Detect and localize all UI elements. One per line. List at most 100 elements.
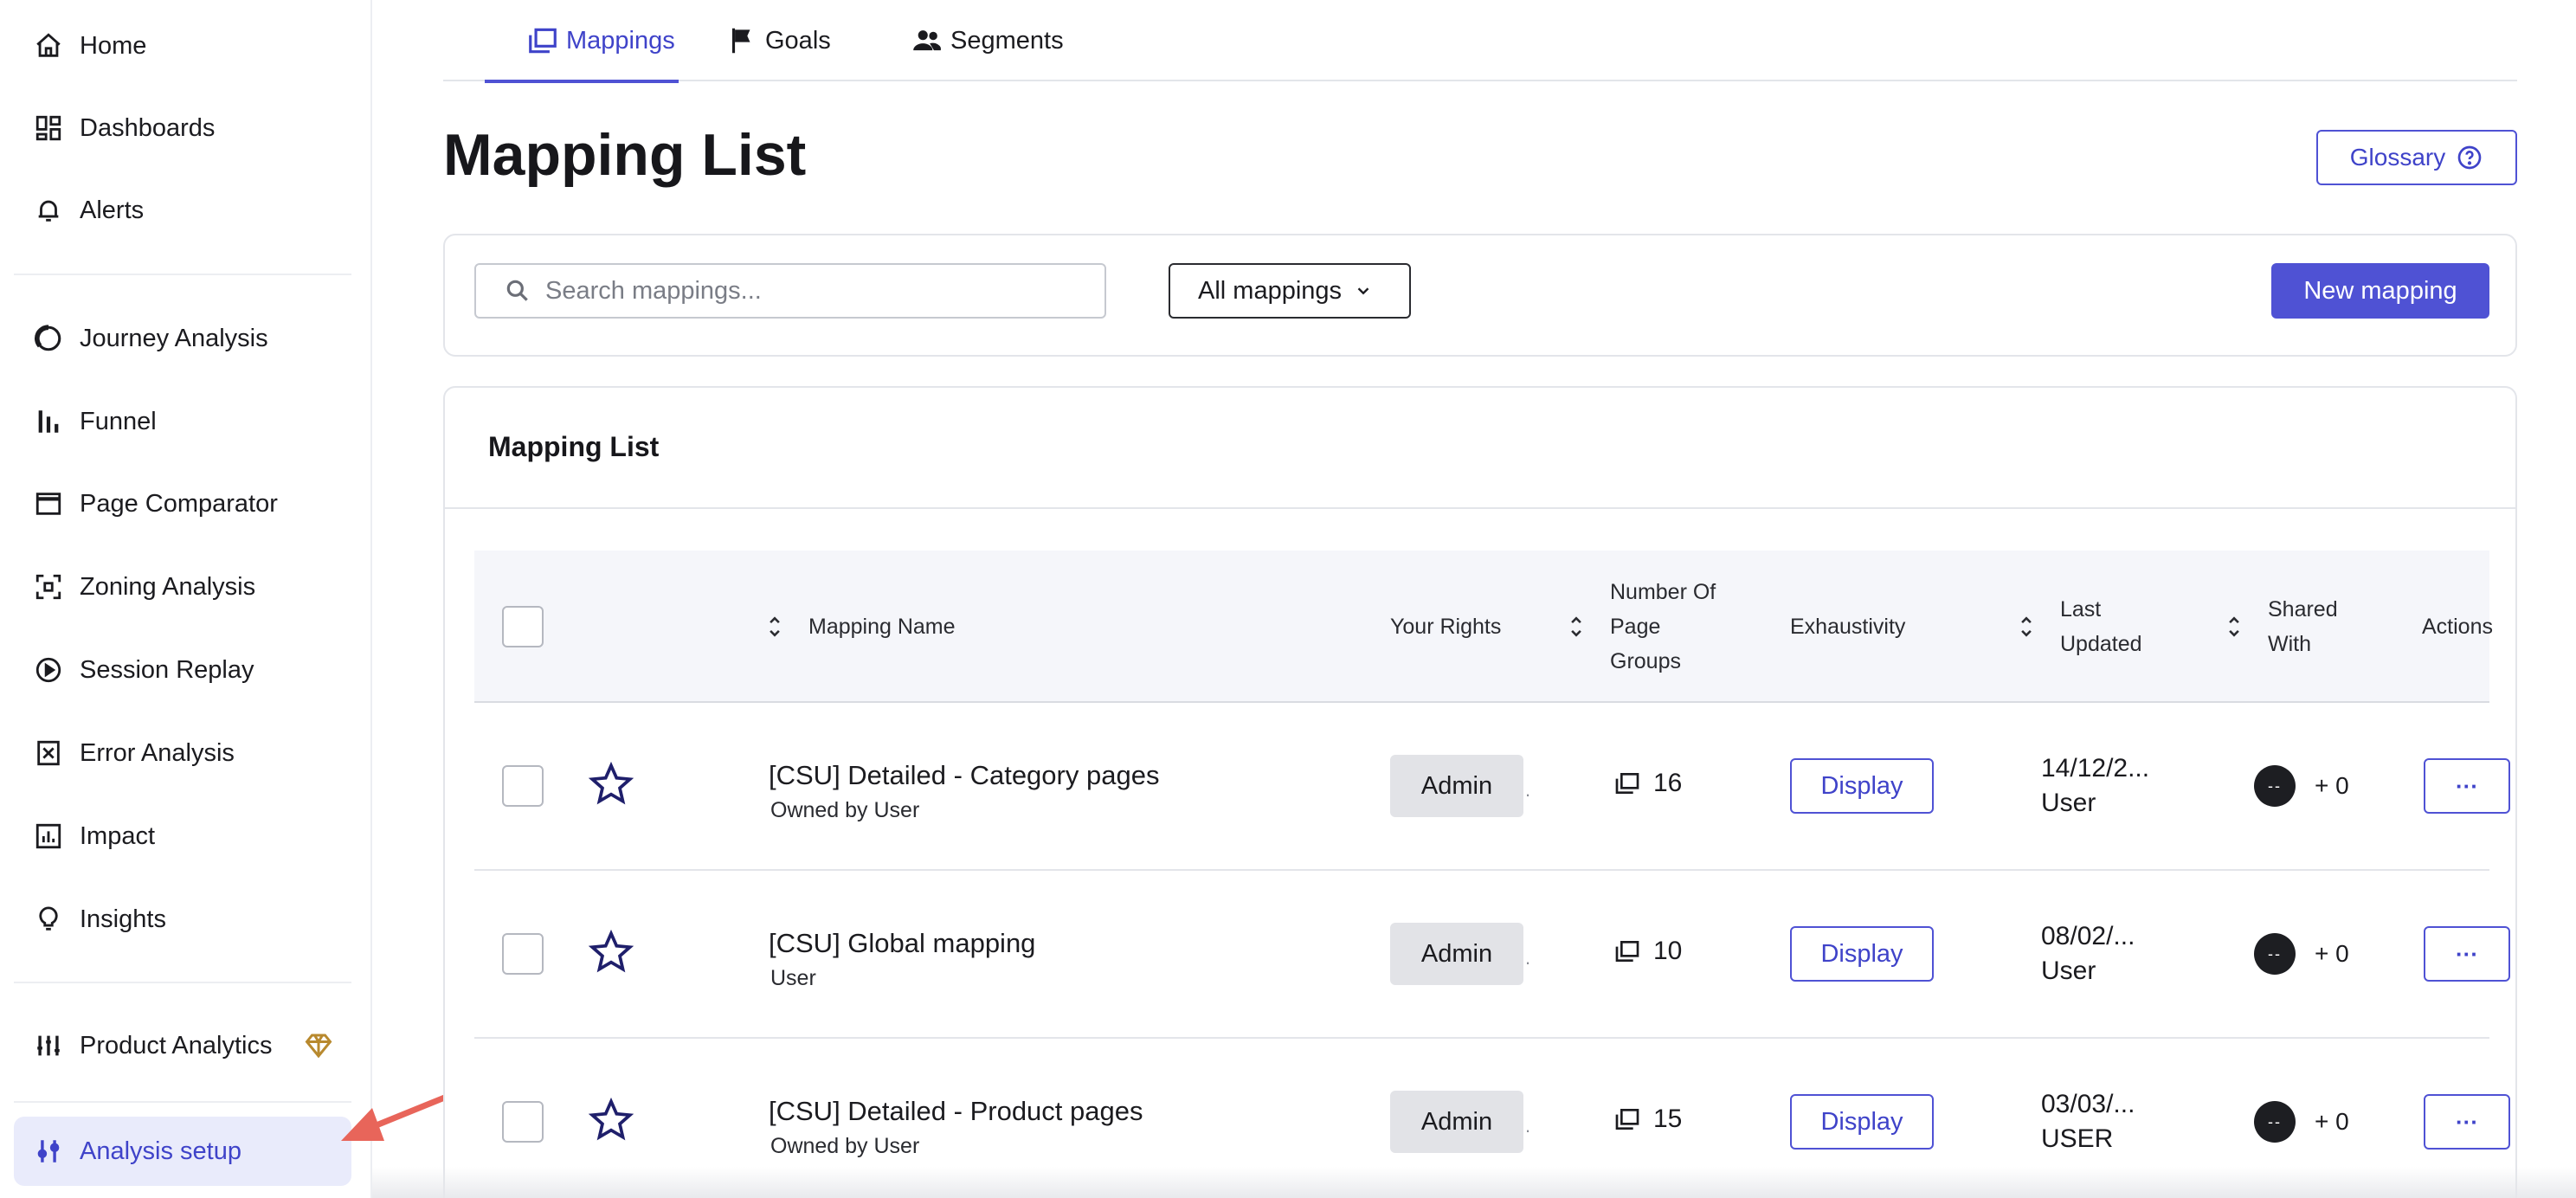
sidebar-item-label: Page Comparator [80, 489, 278, 518]
column-mapping-name[interactable]: Mapping Name [808, 609, 956, 644]
mapping-name[interactable]: [CSU] Detailed - Category pages [769, 760, 1159, 791]
page-groups-count: 15 [1613, 1105, 1682, 1134]
window-icon [33, 488, 64, 519]
mapping-name[interactable]: [CSU] Detailed - Product pages [769, 1096, 1143, 1127]
mappings-icon [529, 28, 557, 54]
chevron-down-icon [1357, 287, 1369, 295]
rights-badge: Admin [1390, 1091, 1523, 1153]
filter-bar: All mappings New mapping [443, 234, 2517, 357]
sort-icon[interactable] [2019, 615, 2034, 638]
star-icon[interactable] [587, 1096, 635, 1144]
sidebar-item-session-replay[interactable]: Session Replay [14, 635, 351, 705]
truncation-dot: . [1525, 779, 1531, 801]
star-icon[interactable] [587, 928, 635, 976]
sidebar-item-label: Impact [80, 821, 156, 850]
sidebar: Home Dashboards Alerts Journey Analysis … [0, 0, 372, 1198]
sidebar-item-home[interactable]: Home [14, 11, 351, 81]
last-updated-by: USER [2041, 1124, 2114, 1153]
last-updated: 14/12/2... User [2041, 751, 2149, 821]
sliders-icon [33, 1136, 64, 1167]
tab-goals[interactable]: Goals [725, 0, 831, 81]
page-groups-icon [1615, 773, 1639, 794]
last-updated: 03/03/... USER [2041, 1087, 2135, 1156]
sidebar-item-label: Insights [80, 905, 166, 933]
page-title: Mapping List [443, 122, 807, 188]
sidebar-item-analysis-setup[interactable]: Analysis setup [14, 1117, 351, 1186]
sidebar-item-dashboards[interactable]: Dashboards [14, 93, 351, 163]
search-icon [506, 280, 528, 301]
people-icon [913, 30, 941, 51]
column-page-groups-line: Number Of [1610, 580, 1716, 604]
rights-badge: Admin [1390, 923, 1523, 985]
page-groups-value: 15 [1653, 1105, 1683, 1133]
row-checkbox[interactable] [502, 933, 544, 975]
column-page-groups-line: Groups [1610, 649, 1681, 673]
search-input[interactable] [545, 276, 1065, 306]
glossary-button[interactable]: Glossary [2316, 130, 2517, 185]
column-shared-with[interactable]: Shared With [2268, 592, 2338, 661]
sidebar-item-product-analytics[interactable]: Product Analytics [14, 1011, 351, 1080]
mapping-name[interactable]: [CSU] Global mapping [769, 928, 1035, 959]
tab-label: Segments [950, 26, 1064, 55]
sort-icon[interactable] [1568, 615, 1584, 638]
sidebar-item-label: Analysis setup [80, 1137, 242, 1165]
sidebar-item-error-analysis[interactable]: Error Analysis [14, 718, 351, 788]
mapping-owner: Owned by User [770, 798, 920, 822]
journey-icon [33, 323, 64, 354]
mappings-filter-select[interactable]: All mappings [1169, 263, 1411, 319]
sidebar-item-page-comparator[interactable]: Page Comparator [14, 469, 351, 538]
tab-mappings[interactable]: Mappings [485, 0, 679, 83]
display-exhaustivity-button[interactable]: Display [1790, 758, 1934, 814]
row-actions-button[interactable]: ··· [2424, 1094, 2510, 1150]
column-last-updated-line: Last [2060, 597, 2102, 622]
sidebar-item-impact[interactable]: Impact [14, 802, 351, 871]
sidebar-item-label: Journey Analysis [80, 324, 268, 352]
row-checkbox[interactable] [502, 1101, 544, 1143]
avatar: -- [2254, 933, 2296, 975]
table-title: Mapping List [488, 431, 660, 462]
lightbulb-icon [33, 904, 64, 935]
column-last-updated-line: Updated [2060, 632, 2142, 656]
select-all-checkbox[interactable] [502, 606, 544, 647]
impact-icon [33, 821, 64, 852]
sidebar-divider [14, 274, 351, 275]
sidebar-item-label: Error Analysis [80, 738, 235, 767]
row-actions-button[interactable]: ··· [2424, 926, 2510, 982]
search-field[interactable] [474, 263, 1106, 319]
sidebar-item-label: Home [80, 31, 147, 60]
display-exhaustivity-button[interactable]: Display [1790, 926, 1934, 982]
sidebar-item-insights[interactable]: Insights [14, 885, 351, 954]
star-icon[interactable] [587, 760, 635, 808]
last-updated-date: 14/12/2... [2041, 754, 2150, 783]
sidebar-item-zoning-analysis[interactable]: Zoning Analysis [14, 552, 351, 622]
sidebar-item-alerts[interactable]: Alerts [14, 176, 351, 245]
row-checkbox[interactable] [502, 765, 544, 807]
mapping-owner: User [770, 966, 816, 990]
last-updated-by: User [2041, 956, 2096, 985]
column-page-groups-line: Page [1610, 615, 1661, 639]
column-page-groups[interactable]: Number Of Page Groups [1610, 575, 1716, 679]
scroll-fade [372, 1167, 2576, 1198]
tab-segments[interactable]: Segments [911, 0, 1064, 81]
sidebar-item-funnel[interactable]: Funnel [14, 387, 351, 456]
tab-bar: Mappings Goals Segments [443, 0, 2517, 83]
product-analytics-icon [33, 1030, 64, 1061]
page-groups-value: 10 [1653, 937, 1683, 965]
column-last-updated[interactable]: Last Updated [2060, 592, 2142, 661]
bell-icon [33, 195, 64, 226]
display-exhaustivity-button[interactable]: Display [1790, 1094, 1934, 1150]
sort-icon[interactable] [767, 615, 782, 638]
row-actions-button[interactable]: ··· [2424, 758, 2510, 814]
column-shared-with-line: Shared [2268, 597, 2338, 622]
sidebar-item-journey-analysis[interactable]: Journey Analysis [14, 304, 351, 373]
sidebar-item-label: Funnel [80, 407, 157, 435]
truncation-dot: . [1525, 947, 1531, 969]
last-updated-date: 08/02/... [2041, 922, 2135, 950]
sidebar-item-label: Product Analytics [80, 1031, 273, 1060]
sidebar-divider [14, 982, 351, 983]
sort-icon[interactable] [2226, 615, 2242, 638]
shared-count: + 0 [2315, 1108, 2349, 1135]
mapping-owner: Owned by User [770, 1134, 920, 1158]
new-mapping-button[interactable]: New mapping [2271, 263, 2489, 319]
table-row: [CSU] Detailed - Category pages Owned by… [474, 703, 2510, 871]
